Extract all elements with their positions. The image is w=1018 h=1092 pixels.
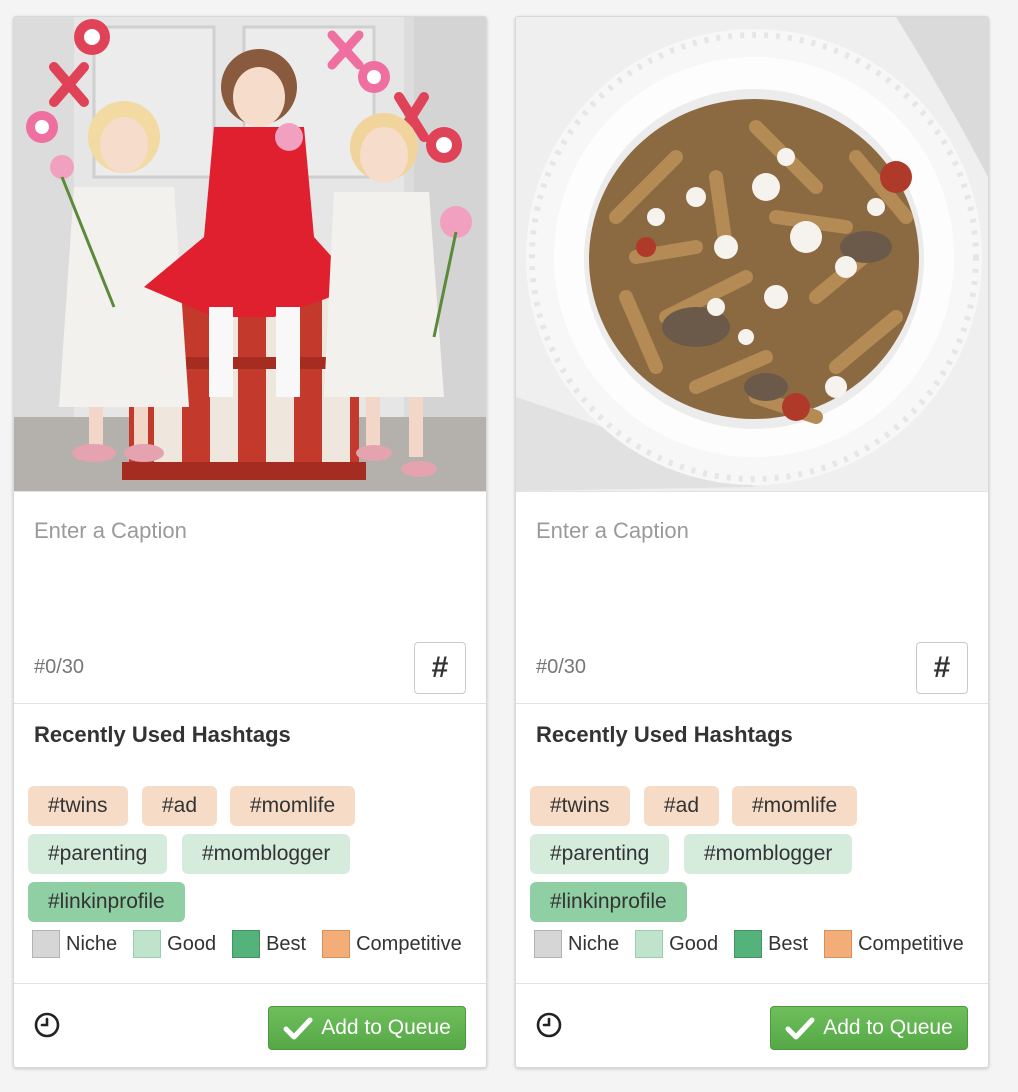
- hashtag-button[interactable]: #: [916, 642, 968, 694]
- add-to-queue-label: Add to Queue: [321, 1016, 451, 1039]
- best-swatch: [734, 930, 763, 958]
- best-swatch: [232, 930, 261, 958]
- legend-label: Best: [768, 932, 809, 955]
- good-swatch: [635, 930, 664, 958]
- legend-label: Niche: [66, 932, 118, 955]
- caption-section: #0/30 #: [516, 491, 988, 703]
- caption-input[interactable]: [34, 518, 464, 638]
- legend-label: Competitive: [356, 932, 462, 955]
- recent-hashtags-title: Recently Used Hashtags: [34, 722, 291, 747]
- clock-icon[interactable]: [536, 1012, 562, 1038]
- hashtag-chip[interactable]: #ad: [644, 786, 720, 826]
- hashtag-counter: #0/30: [34, 656, 85, 678]
- check-icon: [283, 1016, 313, 1040]
- legend-good: Good: [635, 930, 718, 958]
- clock-icon[interactable]: [34, 1012, 60, 1038]
- hashtag-chip[interactable]: #momlife: [732, 786, 858, 826]
- caption-section: #0/30 #: [14, 491, 486, 703]
- hashtag-chip[interactable]: #linkinprofile: [28, 882, 185, 922]
- legend-competitive: Competitive: [824, 930, 964, 958]
- post-image: [14, 17, 486, 491]
- hashtag-chip[interactable]: #ad: [142, 786, 218, 826]
- hashtag-chip[interactable]: #momblogger: [182, 834, 351, 874]
- legend-niche: Niche: [534, 930, 619, 958]
- add-to-queue-button[interactable]: Add to Queue: [268, 1006, 466, 1050]
- hashtag-legend: Niche Good Best Competitive: [32, 930, 478, 958]
- good-swatch: [133, 930, 162, 958]
- card-footer: Add to Queue: [516, 983, 988, 1067]
- legend-label: Best: [266, 932, 307, 955]
- legend-niche: Niche: [32, 930, 117, 958]
- hashtag-counter: #0/30: [536, 656, 587, 678]
- recent-hashtags-title: Recently Used Hashtags: [536, 722, 793, 747]
- legend-label: Good: [669, 932, 719, 955]
- recent-hashtags-section: Recently Used Hashtags #twins #ad #momli…: [516, 703, 988, 983]
- legend-label: Niche: [568, 932, 620, 955]
- post-image: [516, 17, 988, 491]
- recent-hashtags-section: Recently Used Hashtags #twins #ad #momli…: [14, 703, 486, 983]
- hashtag-chip[interactable]: #parenting: [28, 834, 168, 874]
- check-icon: [785, 1016, 815, 1040]
- competitive-swatch: [824, 930, 853, 958]
- niche-swatch: [534, 930, 562, 958]
- legend-label: Good: [167, 932, 217, 955]
- competitive-swatch: [322, 930, 351, 958]
- legend-competitive: Competitive: [322, 930, 462, 958]
- hashtag-chip[interactable]: #momblogger: [684, 834, 853, 874]
- legend-best: Best: [232, 930, 306, 958]
- legend-good: Good: [133, 930, 216, 958]
- hashtag-chip[interactable]: #twins: [28, 786, 128, 826]
- niche-swatch: [32, 930, 60, 958]
- hashtag-chip[interactable]: #twins: [530, 786, 630, 826]
- add-to-queue-button[interactable]: Add to Queue: [770, 1006, 968, 1050]
- post-card: #0/30 # Recently Used Hashtags #twins #a…: [13, 16, 487, 1068]
- hashtag-button[interactable]: #: [414, 642, 466, 694]
- add-to-queue-label: Add to Queue: [823, 1016, 953, 1039]
- legend-best: Best: [734, 930, 808, 958]
- hashtag-chip[interactable]: #parenting: [530, 834, 670, 874]
- hashtag-chip[interactable]: #linkinprofile: [530, 882, 687, 922]
- hashtag-legend: Niche Good Best Competitive: [534, 930, 980, 958]
- caption-input[interactable]: [536, 518, 966, 638]
- card-footer: Add to Queue: [14, 983, 486, 1067]
- legend-label: Competitive: [858, 932, 964, 955]
- post-card: #0/30 # Recently Used Hashtags #twins #a…: [515, 16, 989, 1068]
- hashtag-chip[interactable]: #momlife: [230, 786, 356, 826]
